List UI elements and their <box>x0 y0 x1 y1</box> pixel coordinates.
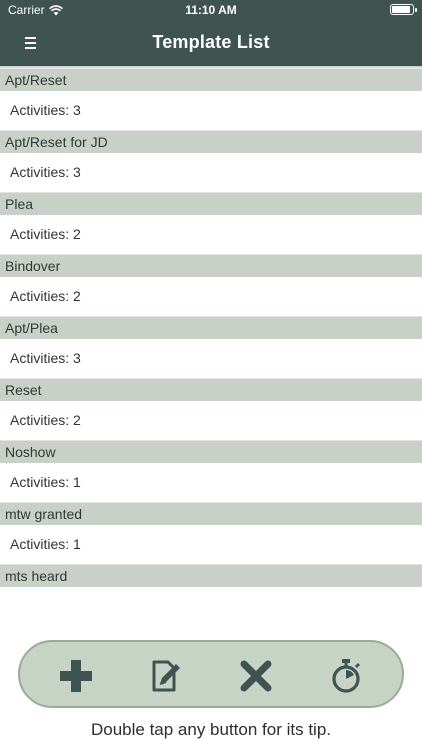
template-name: Apt/Reset <box>0 69 422 91</box>
template-item[interactable]: Reset Activities: 2 <box>0 379 422 441</box>
template-name: Apt/Plea <box>0 317 422 339</box>
template-activity-count: Activities: 2 <box>0 215 422 255</box>
template-name: mts heard <box>0 565 422 587</box>
stopwatch-icon <box>332 659 360 693</box>
edit-template-button[interactable] <box>146 656 186 696</box>
template-activity-count: Activities: 3 <box>0 153 422 193</box>
template-activity-count: Activities: 2 <box>0 277 422 317</box>
template-activity-count: Activities: 2 <box>0 401 422 441</box>
template-activity-count: Activities: 3 <box>0 91 422 131</box>
close-x-icon <box>240 660 272 692</box>
status-time: 11:10 AM <box>185 3 237 17</box>
template-item[interactable]: Apt/Plea Activities: 3 <box>0 317 422 379</box>
template-name: Noshow <box>0 441 422 463</box>
template-item[interactable]: Apt/Reset for JD Activities: 3 <box>0 131 422 193</box>
page-title: Template List <box>152 32 270 52</box>
template-item[interactable]: mts heardActivities: 1 <box>0 565 422 600</box>
template-activity-count: Activities: 1 <box>0 525 422 565</box>
template-item[interactable]: Bindover Activities: 2 <box>0 255 422 317</box>
template-name: Plea <box>0 193 422 215</box>
template-activity-count: Activities: 1 <box>0 587 422 600</box>
delete-template-button[interactable] <box>236 656 276 696</box>
navigation-bar: Template List <box>0 20 422 66</box>
template-item[interactable]: Plea Activities: 2 <box>0 193 422 255</box>
template-name: Bindover <box>0 255 422 277</box>
template-item[interactable]: Apt/Reset Activities: 3 <box>0 69 422 131</box>
status-bar: Carrier 11:10 AM <box>0 0 422 20</box>
template-name: mtw granted <box>0 503 422 525</box>
template-name: Apt/Reset for JD <box>0 131 422 153</box>
hint-text: Double tap any button for its tip. <box>90 720 332 739</box>
template-activity-count: Activities: 3 <box>0 339 422 379</box>
battery-icon <box>390 4 417 15</box>
template-activity-count: Activities: 1 <box>0 463 422 503</box>
template-item[interactable]: mtw granted Activities: 1 <box>0 503 422 565</box>
timer-button[interactable] <box>326 656 366 696</box>
template-name: Reset <box>0 379 422 401</box>
top-bar: Carrier 11:10 AM Template List <box>0 0 422 66</box>
bottom-toolbar <box>18 640 404 708</box>
edit-document-icon <box>152 660 180 692</box>
add-template-button[interactable] <box>56 656 96 696</box>
plus-icon <box>60 660 92 692</box>
template-list[interactable]: Apt/Reset Activities: 3 Apt/Reset for JD Ac… <box>0 69 422 600</box>
template-item[interactable]: Noshow Activities: 1 <box>0 441 422 503</box>
